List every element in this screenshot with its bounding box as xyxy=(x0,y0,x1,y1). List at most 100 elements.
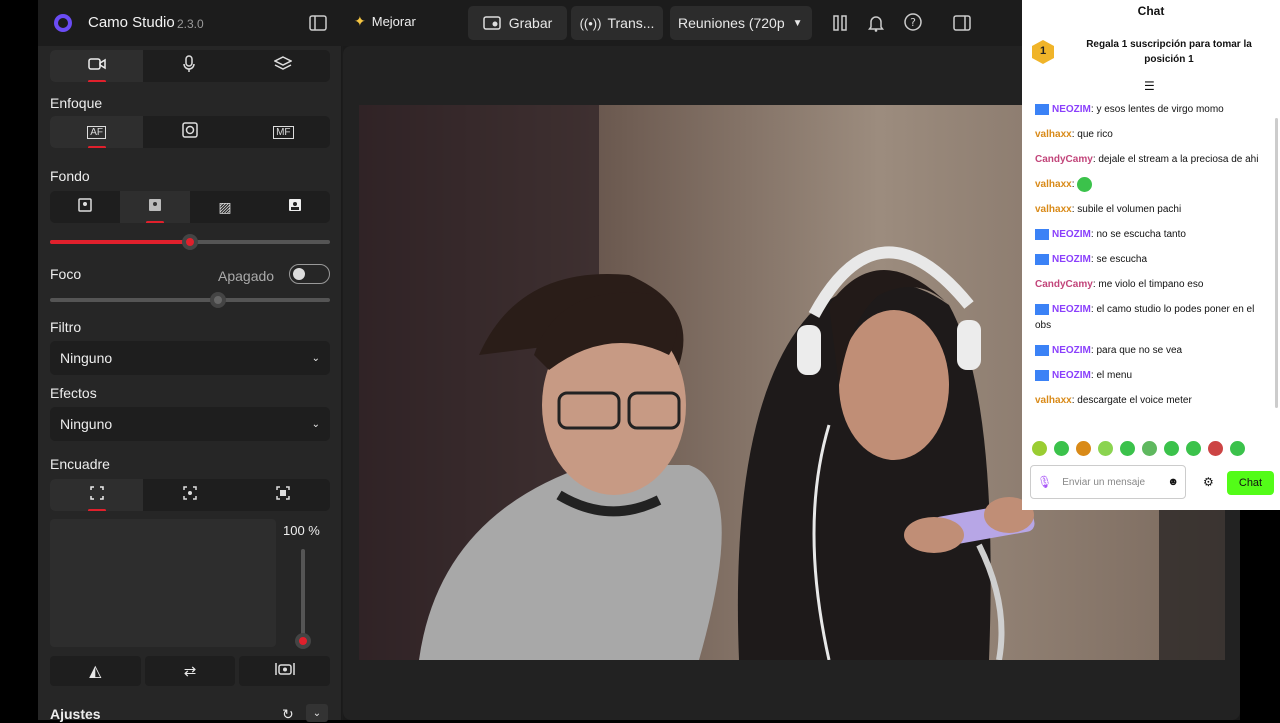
background-blur-slider[interactable] xyxy=(50,234,330,250)
filter-dropdown[interactable]: Ninguno ⌄ xyxy=(50,341,330,375)
emote-icon[interactable] xyxy=(1230,441,1245,456)
tab-layers[interactable] xyxy=(237,50,330,82)
rotate-button[interactable]: ⇄ xyxy=(144,656,236,686)
rank-badge-icon: 1 xyxy=(1030,39,1056,65)
reset-icon[interactable]: ↻ xyxy=(282,706,294,723)
background-none-option[interactable] xyxy=(50,191,120,223)
crop-icon xyxy=(89,485,104,505)
chat-username[interactable]: NEOZIM xyxy=(1052,254,1091,265)
chat-username[interactable]: CandyCamy xyxy=(1035,279,1093,290)
emote-icon[interactable] xyxy=(1054,441,1069,456)
tab-video[interactable] xyxy=(50,50,144,82)
emote-icon[interactable] xyxy=(1142,441,1157,456)
chat-text: me violo el timpano eso xyxy=(1098,279,1204,291)
effects-value: Ninguno xyxy=(60,416,113,432)
sparkle-icon: ✦ xyxy=(354,13,366,29)
emote-icon xyxy=(1077,177,1093,192)
chat-username[interactable]: valhaxx xyxy=(1035,204,1072,215)
framing-crop-option[interactable] xyxy=(50,479,144,511)
chat-username[interactable]: NEOZIM xyxy=(1052,304,1091,315)
columns-icon[interactable] xyxy=(830,13,850,33)
chat-scrollbar[interactable] xyxy=(1275,118,1278,408)
user-badge-icon xyxy=(1035,229,1049,240)
improve-button[interactable]: ✦ Mejorar xyxy=(354,13,416,30)
framing-actions: ◭ ⇄ xyxy=(50,656,331,686)
focus-toggle[interactable] xyxy=(289,264,330,284)
chat-text: el menu xyxy=(1096,370,1133,382)
chat-message: NEOZIM: se escucha xyxy=(1022,252,1274,268)
manual-focus-icon: MF xyxy=(273,125,294,139)
chat-panel: Chat 1 Regala 1 suscripción para tomar l… xyxy=(1022,0,1280,510)
effects-dropdown[interactable]: Ninguno ⌄ xyxy=(50,407,330,441)
emote-icon[interactable] xyxy=(1164,441,1179,456)
focus-slider[interactable] xyxy=(50,292,330,308)
mirror-icon: ◭ xyxy=(89,663,102,680)
chat-username[interactable]: NEOZIM xyxy=(1052,229,1091,240)
emote-icon[interactable] xyxy=(1120,441,1135,456)
layers-icon xyxy=(273,55,293,77)
emote-icon[interactable] xyxy=(1186,441,1201,456)
chat-username[interactable]: valhaxx xyxy=(1035,395,1072,406)
help-icon[interactable]: ? xyxy=(903,12,923,32)
chat-message: NEOZIM: el menu xyxy=(1022,368,1274,384)
chat-send-button[interactable]: Chat xyxy=(1227,471,1274,495)
background-remove-option[interactable]: ▨ xyxy=(190,191,260,223)
emote-icon[interactable] xyxy=(1208,441,1223,456)
settings-collapse-button[interactable]: ⌄ xyxy=(306,704,328,722)
framing-follow-option[interactable] xyxy=(143,479,236,511)
snapshot-button[interactable] xyxy=(239,656,331,686)
zoom-slider-knob[interactable] xyxy=(295,633,311,649)
focus-face-option[interactable] xyxy=(143,116,236,148)
chat-username[interactable]: valhaxx xyxy=(1035,179,1072,190)
chat-text: y esos lentes de virgo momo xyxy=(1096,104,1224,115)
panel-toggle-icon[interactable] xyxy=(952,13,972,33)
framing-preview[interactable] xyxy=(50,519,276,647)
stream-button[interactable]: ((•)) Trans... xyxy=(571,6,663,40)
emote-icon[interactable] xyxy=(1098,441,1113,456)
focus-toggle-knob xyxy=(293,268,305,280)
chat-username[interactable]: NEOZIM xyxy=(1052,370,1091,381)
focus-slider-knob[interactable] xyxy=(210,292,226,308)
chat-username[interactable]: NEOZIM xyxy=(1052,104,1091,115)
chat-message: NEOZIM: no se escucha tanto xyxy=(1022,227,1274,243)
improve-label: Mejorar xyxy=(371,14,416,29)
focus-manual-option[interactable]: MF xyxy=(237,116,330,148)
record-button[interactable]: Grabar xyxy=(468,6,567,40)
chat-text: que rico xyxy=(1077,129,1113,140)
chat-username[interactable]: NEOZIM xyxy=(1052,345,1091,356)
camera-icon xyxy=(274,662,295,681)
stream-label: Trans... xyxy=(607,15,655,31)
chat-message: valhaxx: subile el volumen pachi xyxy=(1035,204,1182,216)
background-replace-option[interactable] xyxy=(260,191,330,223)
rotate-icon: ⇄ xyxy=(183,663,197,680)
gear-icon[interactable]: ⚙ xyxy=(1203,475,1214,489)
chat-message: CandyCamy: dejale el stream a la precios… xyxy=(1035,154,1259,165)
chat-input[interactable]: 🎙 Enviar un mensaje ☻ xyxy=(1030,465,1186,499)
emote-icon[interactable] xyxy=(1032,441,1047,456)
meetings-dropdown[interactable]: Reuniones (720p ▼ xyxy=(670,6,812,40)
chat-username[interactable]: valhaxx xyxy=(1035,129,1072,140)
promo-text: Regala 1 suscripción para tomar la posic… xyxy=(1086,39,1252,65)
focus-auto-option[interactable]: AF xyxy=(50,116,144,148)
chat-message: valhaxx: descargate el voice meter xyxy=(1035,395,1192,407)
background-blur-option[interactable] xyxy=(120,191,190,223)
background-title: Fondo xyxy=(50,168,90,184)
emote-icon[interactable] xyxy=(1076,441,1091,456)
emoji-icon[interactable]: ☻ xyxy=(1167,476,1179,488)
promo-banner[interactable]: 1 Regala 1 suscripción para tomar la pos… xyxy=(1030,30,1272,74)
background-blur-knob[interactable] xyxy=(182,234,198,250)
chat-message: CandyCamy: me violo el timpano eso xyxy=(1035,279,1204,291)
chat-username[interactable]: CandyCamy xyxy=(1035,154,1093,165)
tab-audio[interactable] xyxy=(143,50,236,82)
mirror-button[interactable]: ◭ xyxy=(50,656,141,686)
framing-center-option[interactable] xyxy=(237,479,330,511)
app-logo-icon xyxy=(52,12,74,34)
background-blur-fill xyxy=(50,240,190,244)
zoom-slider[interactable] xyxy=(295,549,311,649)
bell-icon[interactable] xyxy=(866,13,886,33)
sidebar-toggle-icon[interactable] xyxy=(308,13,328,33)
user-badge-icon xyxy=(1035,304,1049,315)
collapse-icon[interactable]: ☰ xyxy=(1144,79,1155,93)
broadcast-icon: ((•)) xyxy=(579,15,602,31)
chat-messages: NEOZIM: y esos lentes de virgo momo valha… xyxy=(1022,102,1274,430)
